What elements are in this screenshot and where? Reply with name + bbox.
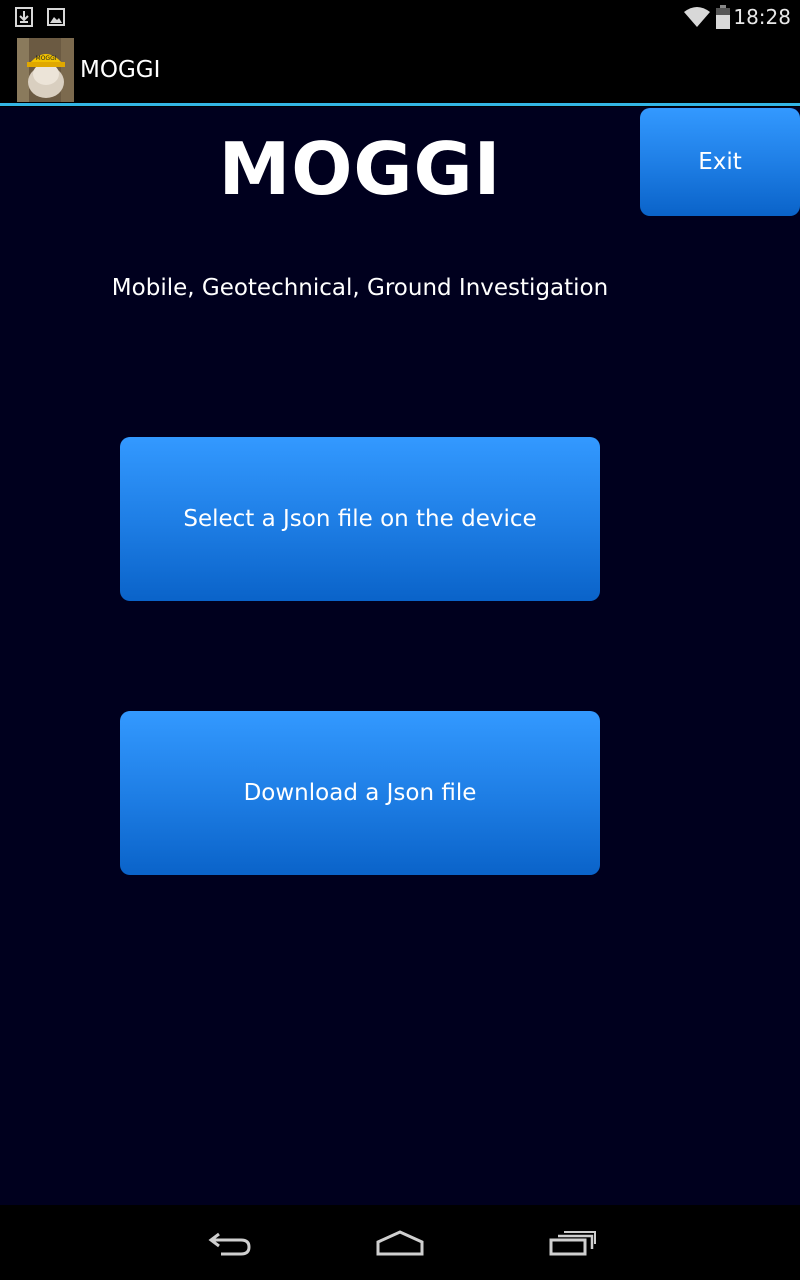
status-bar: 18:28	[0, 0, 800, 34]
app-title: MOGGI	[80, 57, 161, 83]
recent-apps-icon[interactable]	[537, 1220, 607, 1265]
navigation-bar	[0, 1205, 800, 1280]
clock: 18:28	[733, 5, 791, 29]
action-bar: MOGGI MOGGI	[0, 34, 800, 106]
back-icon[interactable]	[195, 1220, 265, 1265]
select-json-button[interactable]: Select a Json file on the device	[120, 437, 600, 601]
svg-text:MOGGI: MOGGI	[36, 55, 57, 62]
main-content: MOGGI Exit Mobile, Geotechnical, Ground …	[0, 107, 800, 1205]
subtitle: Mobile, Geotechnical, Ground Investigati…	[111, 275, 609, 301]
battery-icon	[716, 0, 730, 34]
home-icon[interactable]	[365, 1220, 435, 1265]
exit-button[interactable]: Exit	[640, 108, 800, 216]
wifi-icon	[683, 0, 711, 34]
moggi-app-icon[interactable]: MOGGI	[17, 38, 74, 102]
download-json-button[interactable]: Download a Json file	[120, 711, 600, 875]
image-notification-icon	[47, 0, 65, 34]
download-notification-icon	[15, 0, 33, 34]
page-title: MOGGI	[218, 127, 502, 211]
